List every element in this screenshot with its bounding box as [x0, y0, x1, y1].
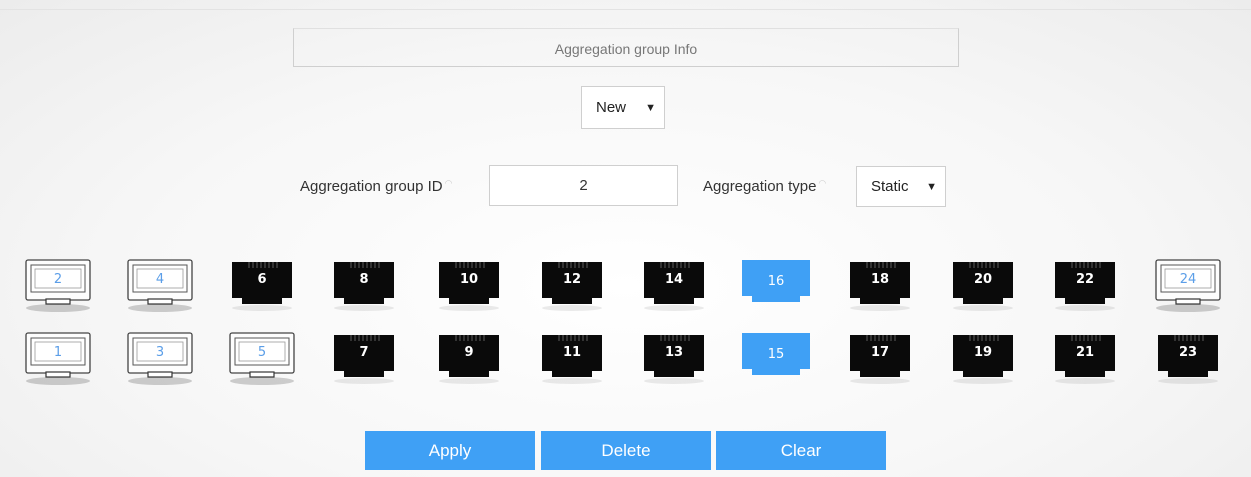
port-3[interactable]: 3	[126, 331, 194, 386]
port-15[interactable]: 15	[742, 331, 810, 386]
port-number: 17	[870, 345, 890, 360]
port-10[interactable]: 10	[435, 258, 503, 313]
apply-button[interactable]: Apply	[365, 431, 535, 470]
port-number: 9	[464, 345, 474, 360]
port-17[interactable]: 17	[846, 331, 914, 386]
port-number: 23	[1178, 345, 1198, 360]
delete-button[interactable]: Delete	[541, 431, 711, 470]
port-16[interactable]: 16	[742, 258, 810, 313]
port-number: 2	[53, 272, 63, 287]
port-number: 21	[1075, 345, 1095, 360]
type-label-text: Aggregation type	[703, 178, 817, 195]
port-number: 20	[973, 272, 993, 287]
port-20[interactable]: 20	[949, 258, 1017, 313]
port-23[interactable]: 23	[1154, 331, 1222, 386]
port-14[interactable]: 14	[640, 258, 708, 313]
group-id-input[interactable]	[489, 165, 678, 206]
caret-down-icon: ▼	[926, 180, 937, 193]
port-number: 5	[257, 345, 267, 360]
port-number: 12	[562, 272, 582, 287]
port-number: 7	[359, 345, 369, 360]
port-13[interactable]: 13	[640, 331, 708, 386]
port-number: 16	[767, 274, 785, 289]
required-mark-icon: ◠	[818, 178, 827, 188]
port-1[interactable]: 1	[24, 331, 92, 386]
port-number: 10	[459, 272, 479, 287]
port-number: 18	[870, 272, 890, 287]
caret-down-icon: ▼	[645, 101, 656, 114]
type-label: Aggregation type ◠	[703, 178, 826, 195]
port-18[interactable]: 18	[846, 258, 914, 313]
port-8[interactable]: 8	[330, 258, 398, 313]
port-24[interactable]: 24	[1154, 258, 1222, 313]
port-number: 6	[257, 272, 267, 287]
port-number: 14	[664, 272, 684, 287]
mode-select[interactable]: New ▼	[581, 86, 665, 129]
port-number: 24	[1179, 272, 1197, 287]
port-number: 13	[664, 345, 684, 360]
type-select-value: Static	[871, 178, 909, 195]
page-title: Aggregation group Info	[293, 28, 959, 67]
port-number: 19	[973, 345, 993, 360]
port-6[interactable]: 6	[228, 258, 296, 313]
port-5[interactable]: 5	[228, 331, 296, 386]
port-number: 3	[155, 345, 165, 360]
clear-button[interactable]: Clear	[716, 431, 886, 470]
group-id-label-text: Aggregation group ID	[300, 178, 443, 195]
port-number: 15	[767, 347, 785, 362]
port-12[interactable]: 12	[538, 258, 606, 313]
port-9[interactable]: 9	[435, 331, 503, 386]
port-number: 8	[359, 272, 369, 287]
port-number: 4	[155, 272, 165, 287]
port-21[interactable]: 21	[1051, 331, 1119, 386]
port-7[interactable]: 7	[330, 331, 398, 386]
port-2[interactable]: 2	[24, 258, 92, 313]
port-22[interactable]: 22	[1051, 258, 1119, 313]
top-divider	[0, 9, 1251, 10]
type-select[interactable]: Static ▼	[856, 166, 946, 207]
port-number: 22	[1075, 272, 1095, 287]
required-mark-icon: ◠	[444, 178, 453, 188]
port-19[interactable]: 19	[949, 331, 1017, 386]
port-number: 11	[562, 345, 582, 360]
port-11[interactable]: 11	[538, 331, 606, 386]
group-id-label: Aggregation group ID ◠	[300, 178, 452, 195]
port-number: 1	[53, 345, 63, 360]
port-4[interactable]: 4	[126, 258, 194, 313]
mode-select-value: New	[596, 99, 627, 116]
